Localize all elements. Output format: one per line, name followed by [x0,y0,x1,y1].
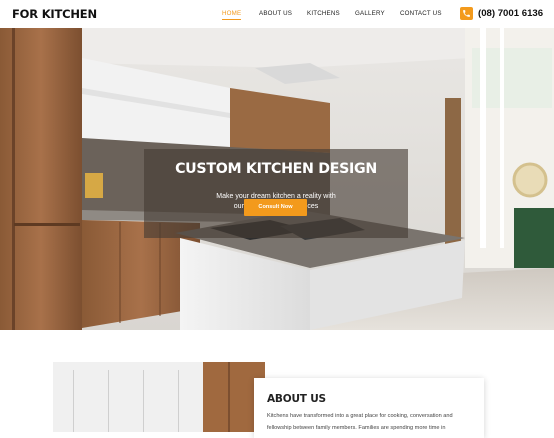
site-logo[interactable]: FOR KITCHEN [12,7,97,21]
hero-text-box: CUSTOM KITCHEN DESIGN Make your dream ki… [144,149,408,238]
about-text: Kitchens have transformed into a great p… [267,410,475,434]
about-text-line-1: Kitchens have transformed into a great p… [267,413,453,419]
phone-icon[interactable] [460,7,473,20]
hero-section: CUSTOM KITCHEN DESIGN Make your dream ki… [0,28,554,330]
nav-gallery[interactable]: GALLERY [355,10,385,17]
nav-about-us[interactable]: ABOUT US [259,10,292,17]
nav-kitchens[interactable]: KITCHENS [307,10,340,17]
about-title: ABOUT US [267,393,326,405]
hero-title: CUSTOM KITCHEN DESIGN [175,161,377,177]
nav-home[interactable]: HOME [222,10,242,20]
site-header: FOR KITCHEN HOME ABOUT US KITCHENS GALLE… [0,0,554,29]
phone-number[interactable]: (08) 7001 6136 [478,8,543,19]
about-text-line-2: fellowship between family members. Famil… [267,425,446,431]
nav-contact-us[interactable]: CONTACT US [400,10,442,17]
about-image [53,362,265,432]
about-card: ABOUT US Kitchens have transformed into … [254,378,484,438]
consult-now-button[interactable]: Consult Now [244,199,307,216]
